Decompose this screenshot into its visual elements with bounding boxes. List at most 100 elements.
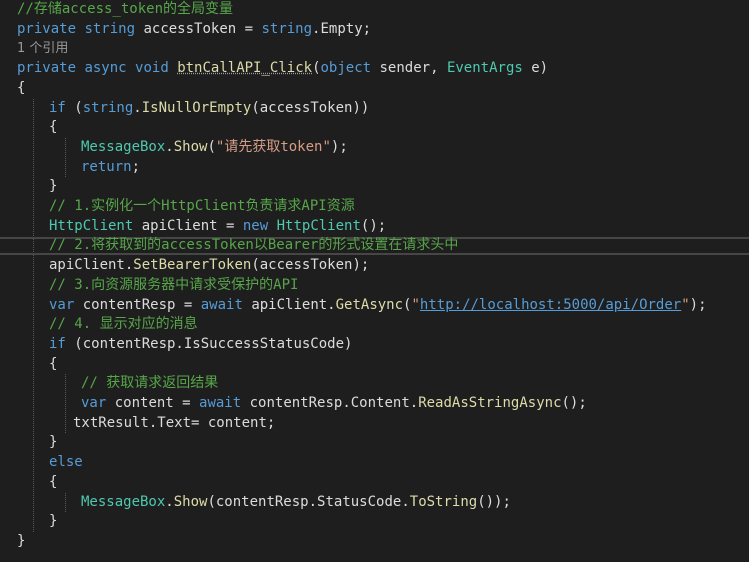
code-token: MessageBox <box>81 138 166 155</box>
code-line: } <box>49 433 57 453</box>
codelens-reference-count[interactable]: 1 个引用 <box>17 39 68 59</box>
code-token: . <box>409 395 419 411</box>
code-token: ) <box>344 335 353 352</box>
code-token: { <box>49 355 58 372</box>
indent-guide <box>65 374 66 434</box>
code-token: apiClient. <box>242 296 336 313</box>
code-token: StatusCode <box>317 493 402 510</box>
code-line: private string accessToken = string.Empt… <box>17 20 371 40</box>
code-token: { <box>17 79 26 96</box>
code-editor[interactable]: //存储access_token的全局变量private string acce… <box>0 0 749 562</box>
code-token: content = <box>106 395 200 411</box>
code-line: if (contentResp.IsSuccessStatusCode) <box>49 335 352 355</box>
code-token: ); <box>330 138 348 155</box>
code-token: ; <box>362 20 372 37</box>
code-token: Empty <box>320 20 363 37</box>
code-line: HttpClient apiClient = new HttpClient(); <box>49 217 386 237</box>
code-token[interactable]: http://localhost:5000/api/Order <box>420 297 681 313</box>
code-token: HttpClient <box>49 217 134 234</box>
code-token: sender, <box>371 60 447 77</box>
code-token: } <box>49 434 58 451</box>
code-line: if (string.IsNullOrEmpty(accessToken)) <box>49 99 369 119</box>
code-line: MessageBox.Show("请先获取token"); <box>81 138 348 158</box>
code-token: e) <box>522 60 549 77</box>
code-token: = content; <box>191 414 276 431</box>
code-line: // 4. 显示对应的消息 <box>49 315 198 335</box>
code-token: accessToken = <box>135 20 262 37</box>
code-token: apiClient. <box>49 257 134 274</box>
code-line: { <box>17 79 25 99</box>
code-token: btnCallAPI_Click <box>177 60 313 77</box>
indent-guide <box>65 492 66 513</box>
code-token: (); <box>561 395 587 411</box>
code-line: return; <box>81 158 140 178</box>
code-token: Show <box>173 138 208 155</box>
code-line: private async void btnCallAPI_Click(obje… <box>17 59 548 79</box>
code-token: IsNullOrEmpty <box>141 99 252 116</box>
code-token: // 4. 显示对应的消息 <box>49 316 198 333</box>
code-token: private <box>17 60 77 77</box>
code-token: var <box>49 296 75 313</box>
code-token: //存储access_token的全局变量 <box>17 1 234 17</box>
code-token: await <box>200 296 243 313</box>
code-token: object <box>320 60 372 77</box>
code-token: async <box>84 60 127 77</box>
code-token: GetAsync <box>335 296 404 313</box>
code-token: // 获取请求返回结果 <box>81 375 219 392</box>
code-token: apiClient = <box>133 217 243 234</box>
code-token: { <box>49 473 58 490</box>
code-line: MessageBox.Show(contentResp.StatusCode.T… <box>81 493 511 513</box>
code-token: contentResp = <box>74 296 201 313</box>
code-token: ToString <box>409 493 478 510</box>
code-token: void <box>135 60 169 77</box>
code-line: { <box>49 118 57 138</box>
code-line: } <box>49 177 57 197</box>
code-token: var <box>81 395 107 411</box>
code-token: . <box>165 138 174 155</box>
code-token: " <box>681 296 690 313</box>
code-token: Content <box>350 395 410 411</box>
code-token: ReadAsStringAsync <box>418 395 562 411</box>
code-token: " <box>411 296 420 313</box>
code-token: new <box>242 217 269 234</box>
code-token: if <box>49 335 66 352</box>
code-token: (contentResp. <box>207 493 318 510</box>
code-line: { <box>49 473 57 493</box>
code-token: HttpClient <box>276 217 361 234</box>
code-line: apiClient.SetBearerToken(accessToken); <box>49 256 369 276</box>
code-line: var contentResp = await apiClient.GetAsy… <box>49 296 707 316</box>
code-line: } <box>17 532 25 552</box>
code-line: // 3.向资源服务器中请求受保护的API <box>49 276 298 296</box>
code-line: { <box>49 355 57 375</box>
code-token: { <box>49 119 58 136</box>
code-token: } <box>49 178 58 195</box>
code-token: return <box>81 158 132 175</box>
code-token: // 3.向资源服务器中请求受保护的API <box>49 276 299 293</box>
code-line: // 2.将获取到的accessToken以Bearer的形式设置在请求头中 <box>49 236 458 256</box>
code-line: else <box>49 453 83 473</box>
code-line: // 获取请求返回结果 <box>81 374 218 394</box>
code-token: SetBearerToken <box>133 257 252 274</box>
indent-guide <box>65 137 66 178</box>
code-token: txtResult. <box>73 414 158 431</box>
code-token: } <box>49 513 58 530</box>
code-line: //存储access_token的全局变量 <box>17 0 233 20</box>
code-token: ( <box>65 99 83 116</box>
code-token: string <box>84 20 136 37</box>
code-token: (); <box>360 217 387 234</box>
code-line: } <box>49 512 57 532</box>
code-token: await <box>199 395 242 411</box>
code-token: // 2.将获取到的accessToken以Bearer的形式设置在请求头中 <box>49 237 459 254</box>
code-token: private <box>17 20 77 37</box>
code-token: else <box>49 454 83 471</box>
code-token: if <box>49 99 66 116</box>
code-token: 1 个引用 <box>17 41 69 57</box>
code-token: // 1.实例化一个HttpClient负责请求API资源 <box>49 198 355 214</box>
code-token: ( <box>312 60 321 77</box>
code-token: contentResp. <box>241 395 351 411</box>
code-token: string <box>261 20 313 37</box>
code-token: } <box>17 532 26 549</box>
